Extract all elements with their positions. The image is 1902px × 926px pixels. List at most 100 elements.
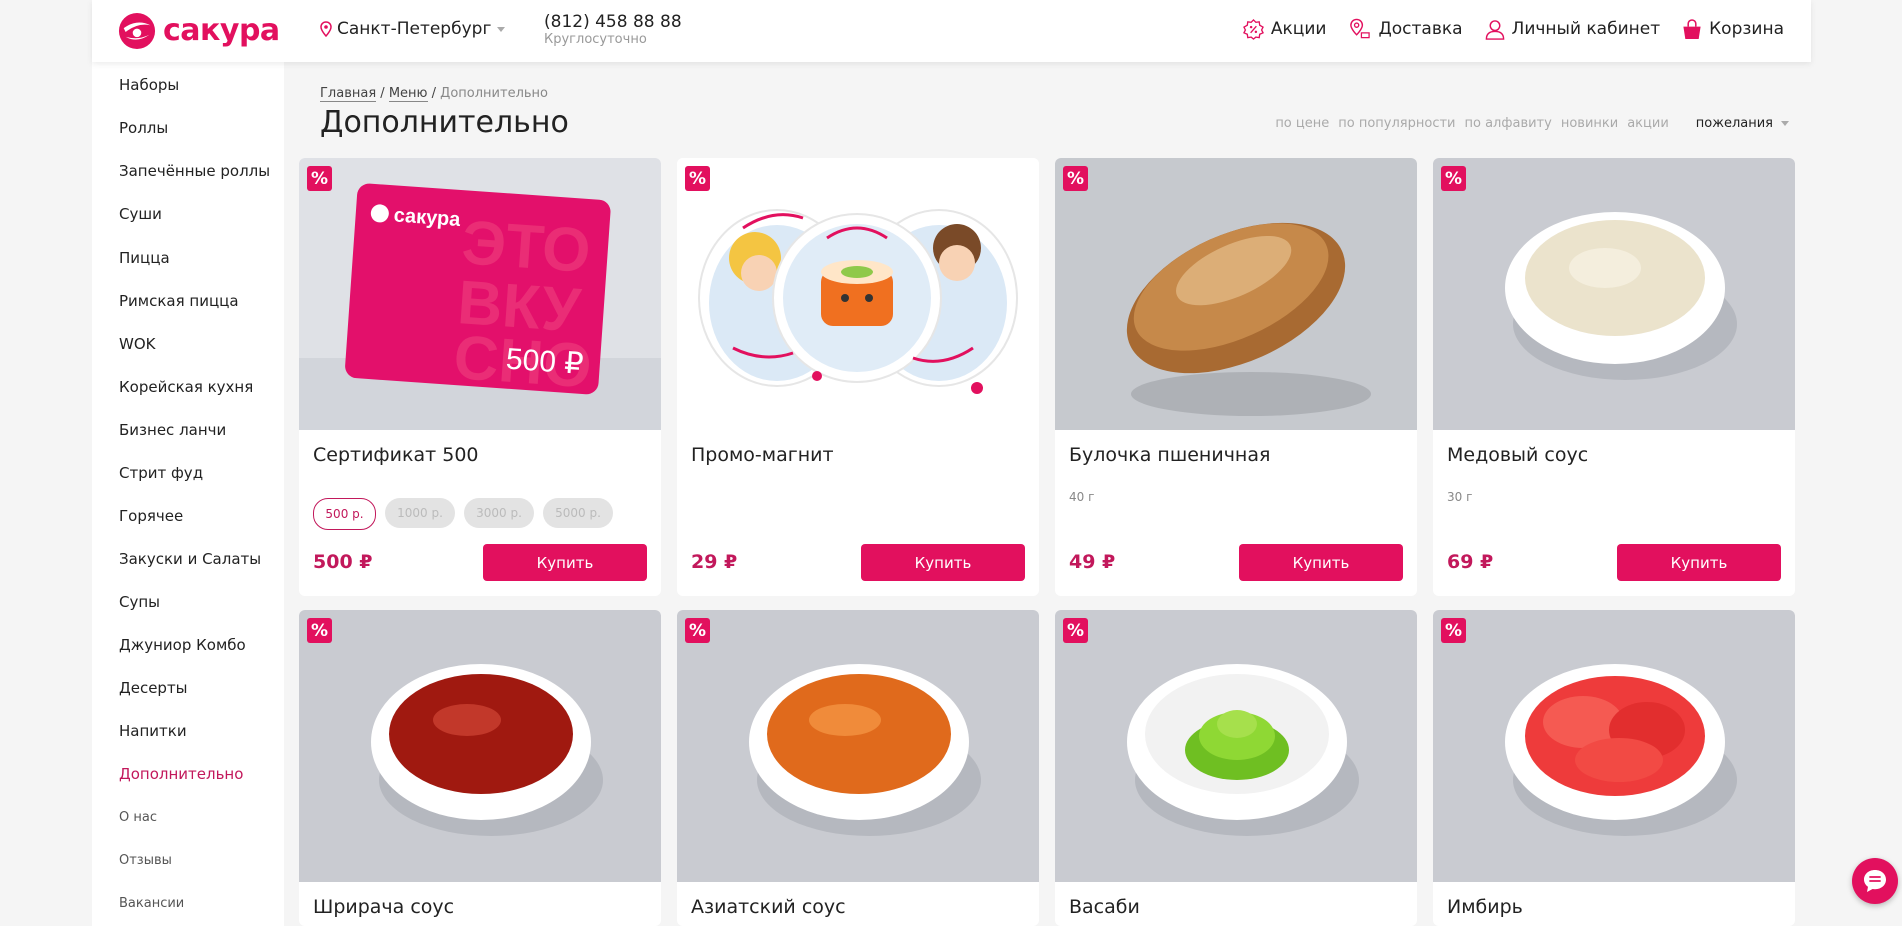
breadcrumb: Главная / Меню / Дополнительно: [320, 86, 548, 102]
sort-by-new[interactable]: новинки: [1561, 116, 1618, 131]
honey-sauce-photo: [1433, 158, 1795, 430]
sidebar-item-wok[interactable]: WOK: [119, 335, 155, 353]
product-name[interactable]: Сертификат 500: [313, 444, 479, 466]
option-1000[interactable]: 1000 р.: [385, 498, 455, 528]
wishes-dropdown-label: пожелания: [1695, 116, 1773, 131]
sidebar-item-soups[interactable]: Супы: [119, 593, 160, 611]
buy-button[interactable]: Купить: [1239, 544, 1403, 581]
page-title: Дополнительно: [320, 105, 569, 140]
sidebar-item-sets[interactable]: Наборы: [119, 76, 179, 94]
product-price: 500 ₽: [313, 551, 373, 573]
phone-number[interactable]: (812) 458 88 88: [544, 12, 682, 32]
sidebar-item-desserts[interactable]: Десерты: [119, 679, 188, 697]
location-pin-icon: [320, 21, 332, 37]
ginger-photo: [1433, 610, 1795, 882]
option-5000[interactable]: 5000 р.: [543, 498, 613, 528]
nav-delivery[interactable]: Доставка: [1348, 18, 1463, 40]
product-price: 29 ₽: [691, 551, 738, 573]
product-weight: 30 г: [1447, 490, 1473, 504]
discount-badge: %: [1441, 166, 1466, 191]
sort-bar: по цене по популярности по алфавиту нови…: [1266, 116, 1789, 131]
product-weight: 40 г: [1069, 490, 1095, 504]
sidebar-item-pizza[interactable]: Пицца: [119, 249, 170, 267]
product-name[interactable]: Имбирь: [1447, 896, 1523, 918]
product-name[interactable]: Промо-магнит: [691, 444, 834, 466]
basket-icon: [1683, 18, 1701, 39]
nav-cart[interactable]: Корзина: [1682, 18, 1784, 40]
product-card[interactable]: % Имбирь: [1433, 610, 1795, 926]
gift-card-photo: ЭТО ВКУ СНО сакура 500 ₽: [299, 158, 661, 430]
nav-promotions[interactable]: Акции: [1242, 18, 1327, 40]
product-image[interactable]: %: [1055, 610, 1417, 882]
gift-card-value: 500 ₽: [505, 343, 585, 381]
buy-button[interactable]: Купить: [861, 544, 1025, 581]
sidebar-item-junior-combo[interactable]: Джуниор Комбо: [119, 636, 246, 654]
discount-badge: %: [685, 166, 710, 191]
product-card[interactable]: % Промо-магнит 29 ₽ Купить: [677, 158, 1039, 596]
sidebar-item-snacks-salads[interactable]: Закуски и Салаты: [119, 550, 261, 568]
product-card[interactable]: % Васаби: [1055, 610, 1417, 926]
discount-badge: %: [1441, 618, 1466, 643]
product-image[interactable]: %: [1433, 158, 1795, 430]
buy-button[interactable]: Купить: [1617, 544, 1781, 581]
option-500[interactable]: 500 р.: [313, 498, 376, 530]
sidebar-item-rolls[interactable]: Роллы: [119, 119, 168, 137]
option-3000[interactable]: 3000 р.: [464, 498, 534, 528]
product-image[interactable]: ЭТО ВКУ СНО сакура 500 ₽ %: [299, 158, 661, 430]
product-image[interactable]: %: [677, 610, 1039, 882]
discount-badge: %: [307, 166, 332, 191]
sidebar-item-street-food[interactable]: Стрит фуд: [119, 464, 203, 482]
sidebar-link-reviews[interactable]: Отзывы: [119, 853, 172, 868]
discount-badge: %: [307, 618, 332, 643]
product-image[interactable]: %: [299, 610, 661, 882]
sidebar-item-sushi[interactable]: Суши: [119, 205, 162, 223]
sidebar-item-korean[interactable]: Корейская кухня: [119, 378, 253, 396]
logo[interactable]: сакура: [118, 12, 280, 50]
sidebar-item-baked-rolls[interactable]: Запечённые роллы: [119, 162, 270, 180]
breadcrumb-current: Дополнительно: [440, 86, 548, 101]
sidebar-item-additional[interactable]: Дополнительно: [119, 765, 243, 783]
nav-account[interactable]: Личный кабинет: [1485, 19, 1660, 40]
sidebar-link-about[interactable]: О нас: [119, 810, 157, 825]
wheat-bun-photo: [1055, 158, 1417, 430]
breadcrumb-menu[interactable]: Меню: [388, 86, 428, 102]
city-selector[interactable]: Санкт-Петербург: [320, 19, 506, 39]
product-name[interactable]: Азиатский соус: [691, 896, 846, 918]
sidebar-item-roman-pizza[interactable]: Римская пицца: [119, 292, 239, 310]
sakura-logo-icon: [118, 12, 156, 50]
product-card[interactable]: % Азиатский соус: [677, 610, 1039, 926]
product-card[interactable]: % Шрирача соус: [299, 610, 661, 926]
user-icon: [1485, 19, 1504, 40]
breadcrumb-home[interactable]: Главная: [320, 86, 377, 102]
product-name[interactable]: Васаби: [1069, 896, 1140, 918]
sort-by-popularity[interactable]: по популярности: [1338, 116, 1455, 131]
product-image[interactable]: %: [1433, 610, 1795, 882]
product-image[interactable]: %: [677, 158, 1039, 430]
product-card[interactable]: % Булочка пшеничная 40 г 49 ₽ Купить: [1055, 158, 1417, 596]
product-name[interactable]: Булочка пшеничная: [1069, 444, 1270, 466]
gift-card-brand: сакура: [393, 204, 462, 231]
chevron-down-icon: [497, 26, 506, 32]
chat-button[interactable]: [1852, 858, 1898, 904]
product-image[interactable]: %: [1055, 158, 1417, 430]
sort-by-alphabet[interactable]: по алфавиту: [1465, 116, 1552, 131]
logo-text: сакура: [163, 13, 280, 48]
sidebar-item-business-lunch[interactable]: Бизнес ланчи: [119, 421, 226, 439]
product-name[interactable]: Медовый соус: [1447, 444, 1588, 466]
sidebar-link-vacancies[interactable]: Вакансии: [119, 896, 184, 911]
breadcrumb-separator: /: [380, 86, 385, 101]
product-card[interactable]: ЭТО ВКУ СНО сакура 500 ₽ % Сертификат 50…: [299, 158, 661, 596]
chevron-down-icon: [1781, 121, 1789, 126]
page: сакура Санкт-Петербург (812) 458 88 88 К…: [92, 0, 1811, 926]
working-hours: Круглосуточно: [544, 32, 647, 47]
sidebar-item-hot[interactable]: Горячее: [119, 507, 183, 525]
buy-button[interactable]: Купить: [483, 544, 647, 581]
product-card[interactable]: % Медовый соус 30 г 69 ₽ Купить: [1433, 158, 1795, 596]
nav-promotions-label: Акции: [1270, 19, 1327, 39]
wishes-dropdown[interactable]: пожелания: [1687, 116, 1789, 131]
sort-by-promo[interactable]: акции: [1627, 116, 1669, 131]
wasabi-photo: [1055, 610, 1417, 882]
sort-by-price[interactable]: по цене: [1275, 116, 1329, 131]
sidebar-item-drinks[interactable]: Напитки: [119, 722, 187, 740]
product-name[interactable]: Шрирача соус: [313, 896, 454, 918]
